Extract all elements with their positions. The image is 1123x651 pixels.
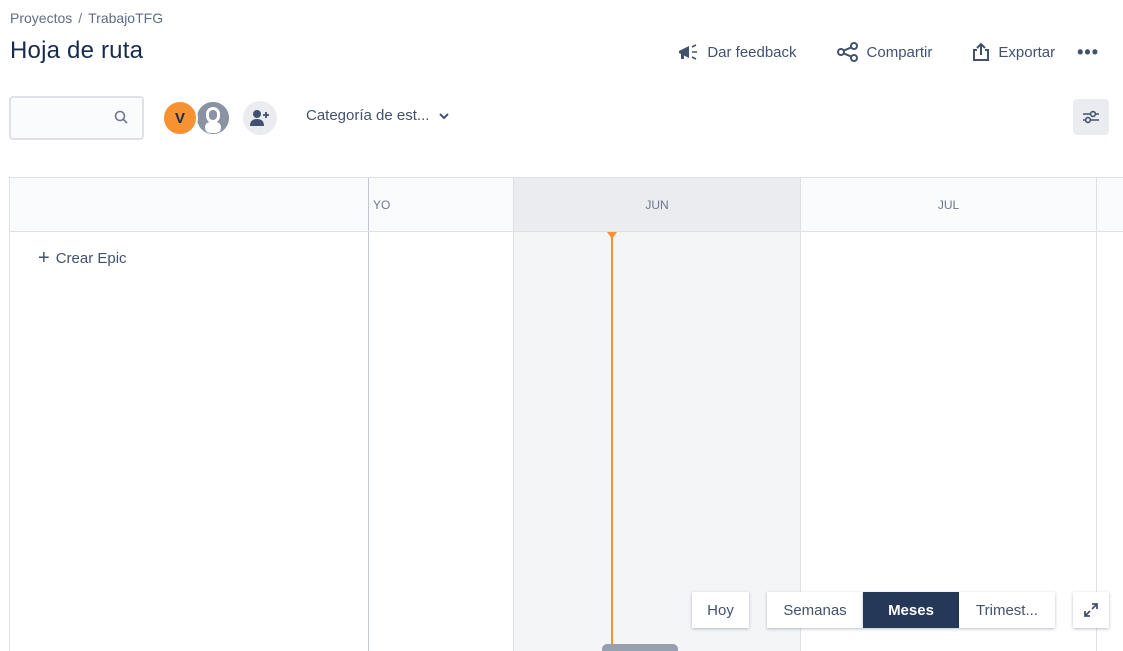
breadcrumb-separator: / bbox=[78, 10, 83, 26]
today-control: Hoy bbox=[692, 592, 749, 628]
status-category-dropdown[interactable]: Categoría de est... bbox=[306, 107, 450, 124]
plus-icon: + bbox=[38, 247, 50, 269]
add-person-icon bbox=[250, 110, 269, 126]
tab-months[interactable]: Meses bbox=[863, 592, 959, 628]
create-epic-button[interactable]: + Crear Epic bbox=[38, 248, 127, 268]
breadcrumb-projects[interactable]: Proyectos bbox=[10, 10, 72, 26]
export-icon bbox=[973, 42, 990, 61]
roadmap-timeline: YO JUN JUL + Crear Epic bbox=[9, 177, 1123, 651]
add-person-button[interactable] bbox=[243, 101, 277, 135]
timeline-header-left bbox=[10, 178, 369, 231]
timescale-selector: Semanas Meses Trimest... bbox=[767, 592, 1055, 628]
create-epic-label: Crear Epic bbox=[55, 249, 127, 267]
epic-list-panel: + Crear Epic bbox=[10, 232, 369, 651]
chevron-down-icon bbox=[439, 112, 450, 119]
header-actions: Dar feedback Compartir Exportar ••• bbox=[645, 38, 1103, 66]
view-settings-button[interactable] bbox=[1073, 99, 1109, 135]
breadcrumb: Proyectos / TrabajoTFG bbox=[10, 10, 163, 26]
breadcrumb-current-project[interactable]: TrabajoTFG bbox=[88, 10, 163, 26]
share-icon bbox=[836, 42, 858, 62]
month-may: YO bbox=[369, 178, 514, 231]
more-icon[interactable]: ••• bbox=[1073, 38, 1103, 66]
share-button[interactable]: Compartir bbox=[829, 38, 941, 66]
status-category-label: Categoría de est... bbox=[306, 107, 430, 124]
megaphone-icon bbox=[679, 44, 698, 60]
view-settings-icon bbox=[1083, 110, 1099, 124]
column-jun bbox=[514, 232, 801, 651]
feedback-button[interactable]: Dar feedback bbox=[669, 38, 804, 66]
horizontal-scrollbar[interactable] bbox=[602, 644, 678, 651]
expand-icon bbox=[1084, 603, 1098, 617]
feedback-label: Dar feedback bbox=[707, 43, 797, 61]
page-title: Hoja de ruta bbox=[10, 37, 144, 64]
share-label: Compartir bbox=[866, 43, 933, 61]
avatar-user[interactable] bbox=[195, 100, 231, 136]
search-field[interactable] bbox=[9, 96, 144, 140]
column-jul bbox=[801, 232, 1097, 651]
column-may bbox=[369, 232, 514, 651]
search-icon bbox=[114, 110, 128, 124]
today-line bbox=[611, 232, 613, 651]
timeline-header: YO JUN JUL bbox=[10, 178, 1123, 232]
month-jun: JUN bbox=[514, 178, 801, 231]
tab-quarters[interactable]: Trimest... bbox=[959, 592, 1055, 628]
expand-button[interactable] bbox=[1073, 592, 1109, 628]
month-jul: JUL bbox=[801, 178, 1097, 231]
expand-control bbox=[1073, 592, 1109, 628]
timeline-body: + Crear Epic bbox=[10, 232, 1123, 651]
avatar-v[interactable]: V bbox=[162, 100, 198, 136]
tab-weeks[interactable]: Semanas bbox=[767, 592, 863, 628]
export-button[interactable]: Exportar bbox=[964, 38, 1063, 66]
today-button[interactable]: Hoy bbox=[692, 592, 749, 628]
export-label: Exportar bbox=[998, 43, 1056, 61]
user-icon bbox=[197, 102, 229, 134]
